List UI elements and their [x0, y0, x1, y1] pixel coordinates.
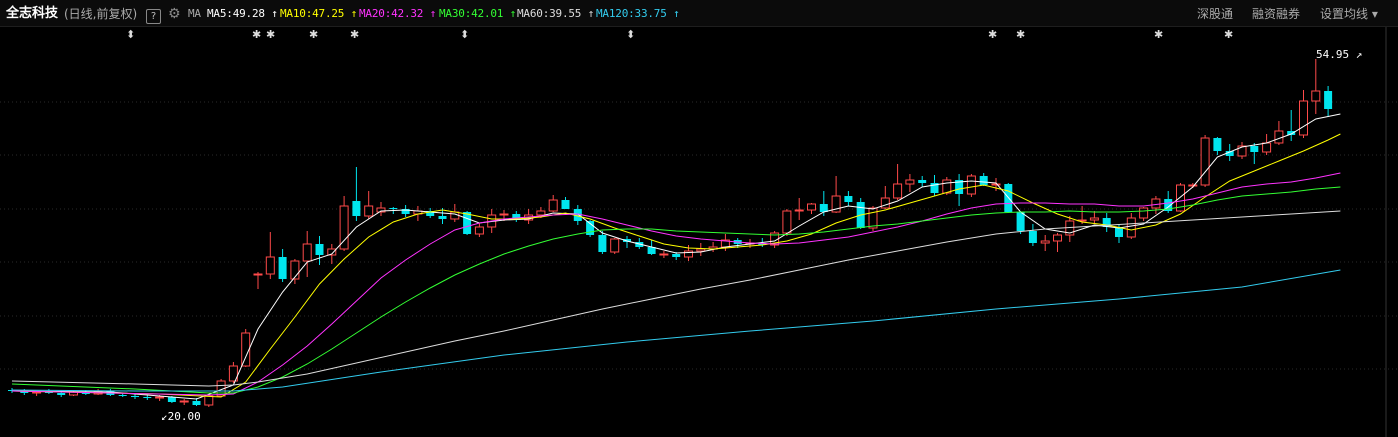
ma-line-ma10 — [11, 133, 1341, 398]
help-button[interactable]: ? — [146, 0, 161, 26]
candle-body — [315, 244, 324, 255]
candle-body — [794, 209, 804, 212]
candle-body — [561, 200, 570, 209]
candle-body — [880, 197, 890, 209]
candle-body — [868, 207, 878, 229]
candle-body — [1089, 217, 1099, 221]
candle-body — [598, 235, 607, 252]
candle-body — [819, 204, 828, 212]
ma30-value: MA30:42.01 ↑ — [439, 7, 517, 20]
candle-body — [1053, 234, 1062, 242]
candle-body — [192, 401, 201, 405]
candle-body — [1299, 100, 1308, 136]
candle-body — [1213, 138, 1222, 151]
candle-body — [536, 210, 546, 216]
period-info: (日线,前复权) — [64, 7, 138, 21]
low-price-label: ↙20.00 — [161, 410, 201, 423]
event-marker[interactable]: ✱ — [350, 28, 359, 41]
candle-body — [1262, 142, 1272, 153]
candle-body — [389, 208, 398, 209]
ma60-value: MA60:39.55 ↑ — [517, 7, 595, 20]
candle-body — [979, 176, 988, 185]
candle-body — [672, 254, 681, 257]
ma-line-ma120 — [11, 269, 1341, 392]
candle-body — [610, 238, 620, 253]
event-marker[interactable]: ✱ — [1224, 28, 1233, 41]
candle-body — [339, 205, 349, 250]
candle-body — [57, 393, 66, 395]
chart-header: 全志科技 (日线,前复权) ? ⚙ MA MA5:49.28 ↑ MA10:47… — [0, 0, 1398, 27]
candle-body — [1016, 212, 1025, 231]
event-marker[interactable]: ✱ — [1016, 28, 1025, 41]
candle-body — [302, 243, 312, 262]
candle-body — [474, 226, 484, 235]
candle-body — [265, 256, 275, 275]
candle-body — [659, 253, 669, 256]
candle-body — [278, 257, 287, 279]
candle-body — [1188, 184, 1198, 187]
candle-body — [991, 183, 1001, 186]
candle-body — [844, 196, 853, 202]
candle-body — [352, 201, 361, 216]
candle-body — [143, 397, 152, 398]
candle-body — [942, 179, 952, 194]
high-price-label: 54.95 ↗ — [1316, 48, 1363, 61]
candle-body — [905, 179, 915, 185]
candle-body — [155, 396, 165, 399]
candle-body — [1311, 90, 1321, 102]
candle-body — [118, 395, 127, 396]
nav-ma-settings[interactable]: 设置均线 ▾ — [1320, 0, 1378, 26]
candle-body — [807, 203, 816, 211]
ma5-value: MA5:49.28 ↑ — [207, 7, 278, 20]
candle-body — [499, 213, 509, 216]
candle-body — [32, 391, 42, 394]
candle-body — [893, 183, 903, 199]
ma120-value: MA120:33.75 ↑ — [596, 7, 680, 20]
candle-body — [364, 205, 374, 217]
event-marker[interactable]: ✱ — [252, 28, 261, 41]
stock-name[interactable]: 全志科技 — [6, 0, 58, 26]
gear-icon[interactable]: ⚙ — [168, 0, 181, 26]
nav-margin-trading[interactable]: 融资融券 — [1252, 0, 1300, 26]
ma-line-ma20 — [11, 172, 1341, 396]
candle-body — [1139, 207, 1149, 219]
event-marker[interactable]: ✱ — [1154, 28, 1163, 41]
ma-label: MA — [188, 7, 201, 20]
candle-body — [131, 396, 139, 397]
candle-body — [463, 212, 472, 234]
ma20-value: MA20:42.32 ↑ — [359, 7, 437, 20]
candle-body — [1028, 231, 1037, 243]
candle-body — [1126, 217, 1136, 238]
ma10-value: MA10:47.25 ↑ — [280, 7, 358, 20]
candle-body — [1324, 91, 1333, 109]
candle-body — [204, 395, 214, 406]
candle-body — [1250, 146, 1259, 152]
candle-body — [696, 248, 706, 252]
candle-body — [1040, 240, 1050, 244]
candlestick-chart[interactable] — [0, 27, 1398, 437]
event-marker[interactable]: ⬍ — [626, 28, 635, 41]
candle-body — [1151, 198, 1161, 209]
candle-body — [782, 210, 792, 234]
chevron-down-icon: ▾ — [1371, 7, 1378, 21]
candle-body — [1200, 137, 1210, 186]
candle-body — [438, 216, 447, 219]
candle-body — [966, 175, 976, 195]
nav-shenzhen-connect[interactable]: 深股通 — [1197, 0, 1233, 26]
candle-body — [918, 180, 927, 183]
event-marker[interactable]: ✱ — [309, 28, 318, 41]
candle-body — [253, 273, 263, 276]
event-marker[interactable]: ⬍ — [126, 28, 135, 41]
event-marker[interactable]: ⬍ — [460, 28, 469, 41]
ma-line-ma60 — [11, 210, 1341, 387]
candle-body — [179, 400, 189, 403]
event-marker[interactable]: ✱ — [266, 28, 275, 41]
event-marker[interactable]: ✱ — [988, 28, 997, 41]
candle-body — [167, 397, 176, 402]
candle-body — [548, 199, 558, 212]
